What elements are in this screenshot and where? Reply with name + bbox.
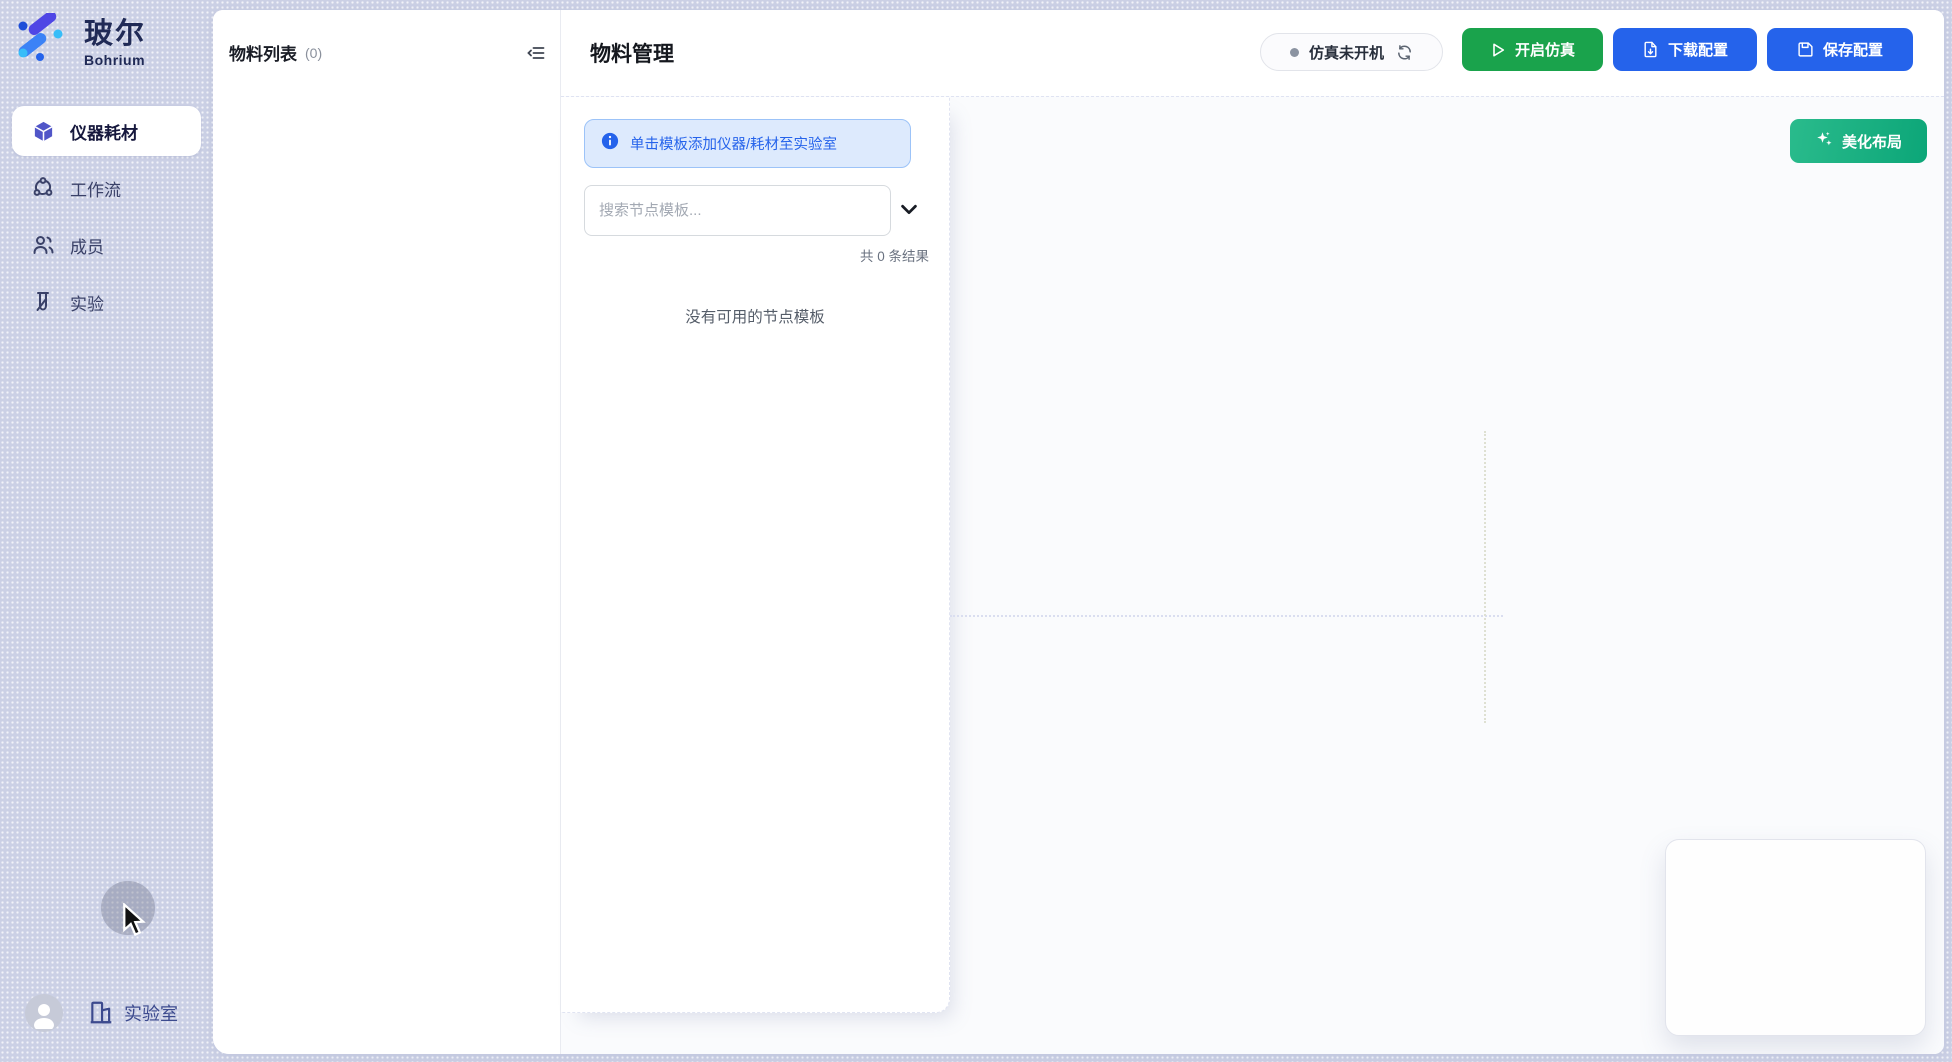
door-icon — [88, 999, 124, 1026]
info-icon — [601, 132, 619, 155]
node-template-palette: 单击模板添加仪器/耗材至实验室 共 0 条结果 没有可用的节点模板 — [561, 97, 950, 1013]
avatar[interactable] — [25, 994, 63, 1032]
materials-list-count: (0) — [305, 45, 322, 61]
materials-list-title: 物料列表 — [229, 40, 297, 65]
sparkles-icon — [1815, 130, 1833, 152]
simulation-status-text: 仿真未开机 — [1309, 42, 1384, 63]
sidebar-item-label: 工作流 — [70, 176, 121, 201]
sidebar-item-workflow[interactable]: 工作流 — [12, 163, 201, 213]
workflow-canvas[interactable]: 单击模板添加仪器/耗材至实验室 共 0 条结果 没有可用的节点模板 — [561, 96, 1944, 1054]
logo-subtitle: Bohrium — [84, 52, 146, 68]
search-template-input[interactable] — [584, 185, 891, 236]
save-config-button[interactable]: 保存配置 — [1767, 28, 1913, 71]
refresh-icon[interactable] — [1396, 44, 1413, 61]
right-area: 物料管理 仿真未开机 — [561, 10, 1944, 1054]
simulation-status-pill: 仿真未开机 — [1260, 33, 1443, 71]
page-title: 物料管理 — [590, 38, 674, 68]
canvas-guide-vertical — [1484, 431, 1486, 723]
start-simulation-button[interactable]: 开启仿真 — [1462, 28, 1603, 71]
sidebar: 玻尔 Bohrium 仪器耗材 — [0, 0, 213, 1062]
experiment-icon — [31, 290, 55, 314]
sidebar-item-experiment[interactable]: 实验 — [12, 277, 201, 327]
hint-banner: 单击模板添加仪器/耗材至实验室 — [584, 119, 911, 168]
sidebar-item-label: 仪器耗材 — [70, 119, 138, 144]
floating-panel — [1665, 839, 1926, 1036]
download-file-icon — [1642, 41, 1659, 58]
sidebar-nav: 仪器耗材 工作流 — [12, 106, 201, 334]
cube-icon — [31, 119, 55, 143]
download-config-button[interactable]: 下载配置 — [1613, 28, 1757, 71]
page-header: 物料管理 仿真未开机 — [561, 10, 1944, 96]
workflow-icon — [31, 176, 55, 200]
status-dot — [1290, 48, 1299, 57]
sidebar-item-instruments[interactable]: 仪器耗材 — [12, 106, 201, 156]
members-icon — [31, 233, 55, 257]
bohrium-logo-icon — [14, 13, 66, 65]
sidebar-item-members[interactable]: 成员 — [12, 220, 201, 270]
sidebar-footer: 实验室 — [0, 990, 213, 1040]
mouse-cursor — [122, 903, 146, 942]
play-icon — [1490, 42, 1506, 58]
empty-template-message: 没有可用的节点模板 — [561, 305, 949, 327]
sidebar-item-label: 成员 — [70, 233, 104, 258]
sidebar-item-label: 实验 — [70, 290, 104, 315]
hint-banner-text: 单击模板添加仪器/耗材至实验室 — [630, 133, 837, 154]
chevron-down-icon[interactable] — [898, 198, 920, 220]
beautify-layout-button[interactable]: 美化布局 — [1790, 119, 1927, 163]
save-icon — [1797, 41, 1814, 58]
app-window: 玻尔 Bohrium 仪器耗材 — [0, 0, 1952, 1062]
laboratory-label: 实验室 — [124, 1000, 178, 1026]
collapse-panel-icon[interactable] — [526, 43, 546, 63]
result-count: 共 0 条结果 — [860, 245, 929, 265]
bohrium-logo[interactable]: 玻尔 Bohrium — [14, 13, 146, 68]
logo-title: 玻尔 — [84, 19, 146, 49]
sidebar-item-laboratory[interactable]: 实验室 — [88, 999, 178, 1026]
main-content-card: 物料列表 (0) 物料管理 仿真未开机 — [213, 10, 1944, 1054]
materials-list-panel: 物料列表 (0) — [213, 10, 560, 1054]
canvas-guide-horizontal — [950, 615, 1503, 617]
